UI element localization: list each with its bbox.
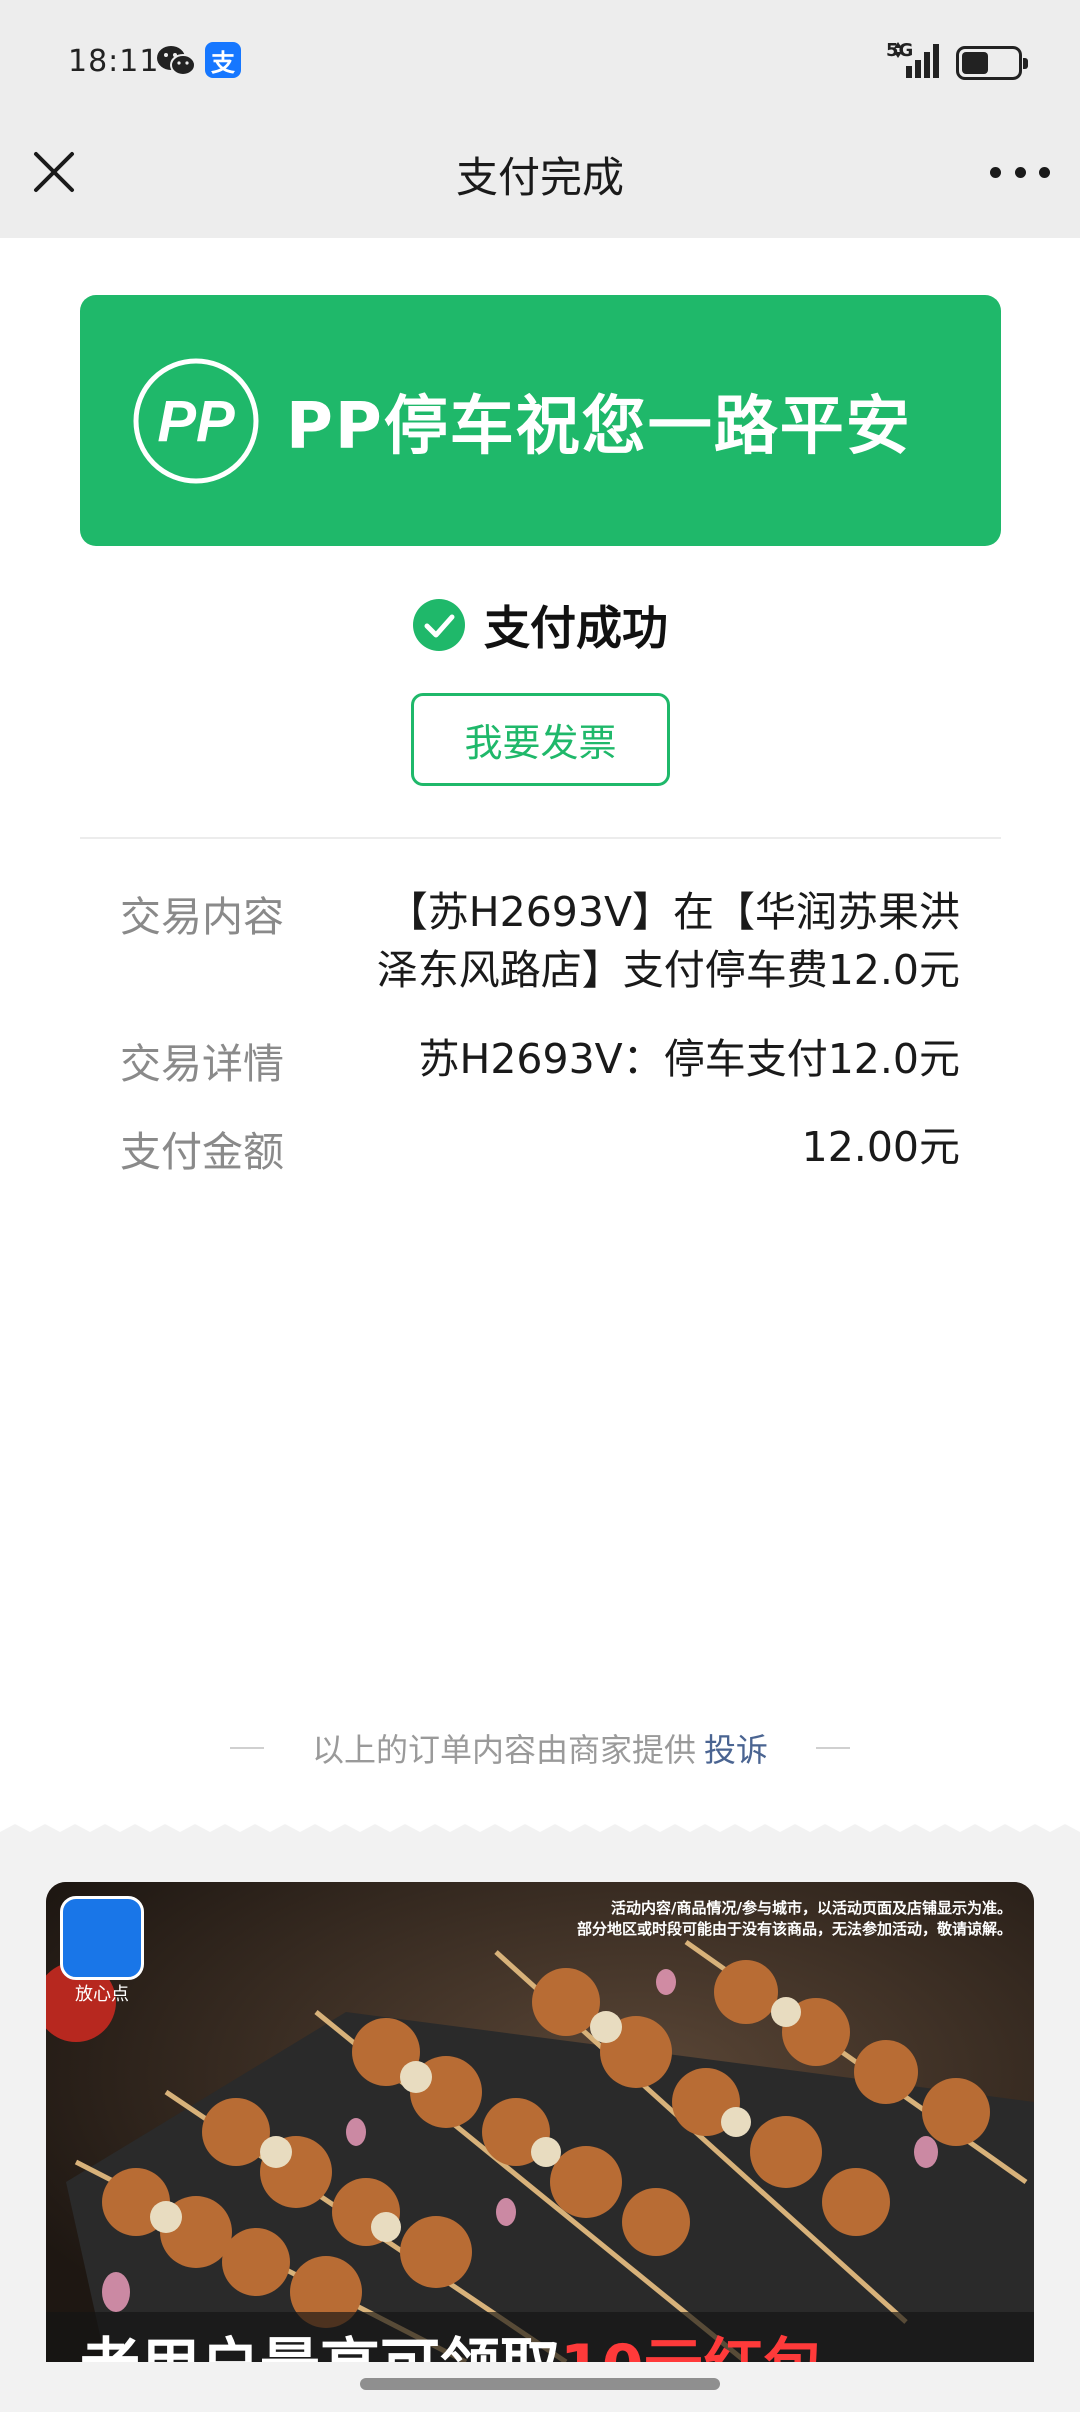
ad-headline: 老用户最高可领取10元红包 bbox=[80, 2318, 1034, 2362]
status-text: 支付成功 bbox=[484, 601, 668, 655]
banner-text: PP停车祝您一路平安 bbox=[286, 389, 912, 464]
pp-logo-icon: PP bbox=[133, 358, 259, 484]
alipay-icon: 支 bbox=[205, 42, 241, 78]
note-text: 以上的订单内容由商家提供 bbox=[311, 1731, 696, 1769]
status-time: 18:11 bbox=[68, 44, 160, 79]
merchant-banner: PP PP停车祝您一路平安 bbox=[80, 295, 1001, 546]
ad-logo-label: 放心点 bbox=[75, 1984, 129, 2005]
detail-value-content: 【苏H2693V】在【华润苏果洪 泽东风路店】支付停车费12.0元 bbox=[377, 883, 960, 999]
home-indicator[interactable] bbox=[360, 2378, 720, 2390]
note-divider-right bbox=[816, 1747, 851, 1749]
ad-disclaimer-line1: 活动内容/商品情况/参与城市，以活动页面及店铺显示为准。 bbox=[611, 1899, 1012, 1917]
signal-icon bbox=[894, 42, 939, 78]
ad-headline-prefix: 老用户最高可领取 bbox=[80, 2332, 560, 2362]
ad-disclaimer: 活动内容/商品情况/参与城市，以活动页面及店铺显示为准。 部分地区或时段可能由于… bbox=[452, 1898, 1012, 1940]
note-divider-left bbox=[229, 1747, 264, 1749]
battery-level bbox=[962, 52, 988, 74]
ad-banner[interactable]: 放心点 活动内容/商品情况/参与城市，以活动页面及店铺显示为准。 部分地区或时段… bbox=[46, 1882, 1034, 2362]
ad-app-logo-icon bbox=[60, 1896, 144, 1980]
payment-status: 支付成功 bbox=[0, 590, 1080, 660]
wechat-icon bbox=[157, 46, 196, 76]
more-icon[interactable] bbox=[990, 150, 1050, 194]
svg-text:PP: PP bbox=[157, 389, 235, 454]
detail-value-content-line1: 【苏H2693V】在【华润苏果洪 bbox=[386, 888, 960, 936]
check-circle-icon bbox=[413, 599, 465, 651]
status-bar: 18:11 支 5G bbox=[0, 0, 1080, 120]
battery-icon bbox=[956, 46, 1028, 80]
nav-bar: 支付完成 bbox=[0, 120, 1080, 238]
divider bbox=[80, 837, 1001, 839]
food-skewers-image bbox=[46, 1882, 1034, 2362]
merchant-note: 以上的订单内容由商家提供 投诉 bbox=[0, 1725, 1080, 1771]
invoice-button[interactable]: 我要发票 bbox=[411, 693, 670, 786]
ad-headline-highlight: 10元红包 bbox=[560, 2332, 824, 2362]
page-title: 支付完成 bbox=[455, 153, 624, 202]
detail-label-amount: 支付金额 bbox=[120, 1128, 284, 1176]
complaint-link[interactable]: 投诉 bbox=[704, 1725, 768, 1771]
detail-value-content-line2: 泽东风路店】支付停车费12.0元 bbox=[376, 946, 960, 994]
detail-value-amount: 12.00元 bbox=[801, 1123, 960, 1171]
detail-value-info: 苏H2693V：停车支付12.0元 bbox=[418, 1035, 960, 1083]
detail-label-info: 交易详情 bbox=[120, 1040, 284, 1088]
ad-disclaimer-line2: 部分地区或时段可能由于没有该商品，无法参加活动，敬请谅解。 bbox=[576, 1920, 1012, 1938]
detail-label-content: 交易内容 bbox=[120, 893, 284, 941]
